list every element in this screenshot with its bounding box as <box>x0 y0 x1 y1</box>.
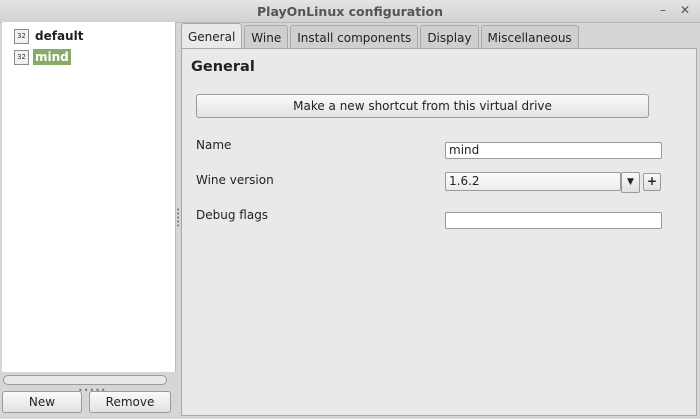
general-panel: General Make a new shortcut from this vi… <box>181 48 697 416</box>
prefix-label: default <box>35 29 84 43</box>
wine-version-label: Wine version <box>196 173 274 187</box>
tab-display[interactable]: Display <box>420 25 479 49</box>
prefix-item-mind[interactable]: 32 mind <box>14 48 71 66</box>
tab-bar: General Wine Install components Display … <box>181 23 581 49</box>
minimize-icon[interactable]: – <box>660 3 666 17</box>
debug-flags-label: Debug flags <box>196 208 269 222</box>
new-button[interactable]: New <box>2 391 82 413</box>
name-label: Name <box>196 138 232 152</box>
window-title: PlayOnLinux configuration <box>257 4 443 19</box>
pane-resize-grip-icon[interactable]: • • • • • <box>176 207 180 230</box>
arch-32-icon: 32 <box>14 49 29 65</box>
debug-flags-field[interactable] <box>445 212 662 229</box>
close-icon[interactable]: ✕ <box>680 3 690 17</box>
prefix-list: 32 default 32 mind <box>2 22 176 372</box>
tab-general[interactable]: General <box>181 23 243 49</box>
title-bar: PlayOnLinux configuration – ✕ <box>0 0 700 23</box>
make-shortcut-button[interactable]: Make a new shortcut from this virtual dr… <box>196 94 649 118</box>
tab-miscellaneous[interactable]: Miscellaneous <box>480 25 579 49</box>
name-field[interactable]: mind <box>445 142 662 159</box>
tab-wine[interactable]: Wine <box>244 25 289 49</box>
prefix-item-default[interactable]: 32 default <box>14 27 85 45</box>
prefix-label: mind <box>33 49 71 65</box>
section-heading: General <box>191 59 255 75</box>
plus-icon[interactable]: + <box>643 173 661 191</box>
arch-32-icon: 32 <box>14 28 29 44</box>
wine-version-select[interactable]: 1.6.2 <box>445 172 621 191</box>
remove-button[interactable]: Remove <box>89 391 171 413</box>
horizontal-scrollbar[interactable] <box>3 375 167 385</box>
tab-install-components[interactable]: Install components <box>290 25 419 49</box>
chevron-down-icon[interactable]: ▼ <box>621 172 640 193</box>
